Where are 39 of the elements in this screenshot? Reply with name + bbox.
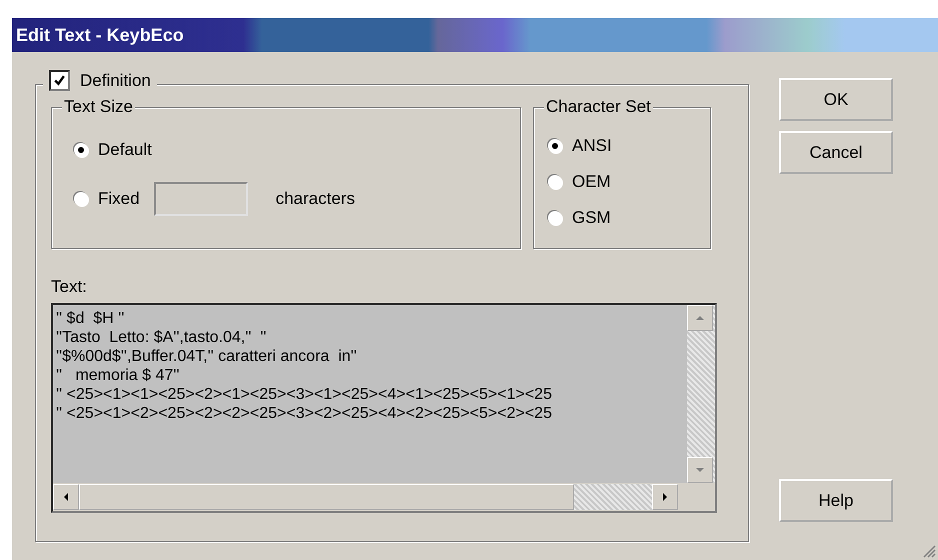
dialog-button[interactable]: OK <box>779 78 893 121</box>
definition-label: Definition <box>80 70 151 90</box>
down-arrow-icon <box>696 468 704 472</box>
window-title: Edit Text - KeybEco <box>16 24 184 46</box>
right-arrow-icon <box>663 493 667 501</box>
text-line: ''Tasto Letto: $A'',tasto.04,'' '' <box>56 328 268 347</box>
option-label: Fixed <box>98 189 140 209</box>
resize-grip-icon[interactable] <box>922 544 936 558</box>
radio-button[interactable] <box>74 143 88 157</box>
radio-button[interactable] <box>74 192 88 206</box>
dialog-button[interactable]: Cancel <box>779 131 893 174</box>
check-mark-icon <box>53 74 66 87</box>
horizontal-scrollbar[interactable] <box>53 483 715 511</box>
left-arrow-icon <box>64 493 68 501</box>
dialog-button[interactable]: Help <box>779 479 893 522</box>
radio-button[interactable] <box>548 139 562 153</box>
scroll-down-button[interactable] <box>687 457 713 483</box>
scroll-left-button[interactable] <box>53 484 79 510</box>
radio-button[interactable] <box>548 211 562 225</box>
unit-label: characters <box>276 189 355 209</box>
scroll-up-button[interactable] <box>687 305 713 331</box>
option-label: ANSI <box>572 136 612 156</box>
text-line: '' <25><1><2><25><2><2><25><3><2><25><4><2><25><5><2><25 <box>56 404 553 423</box>
scroll-thumb[interactable] <box>79 484 574 510</box>
scroll-right-button[interactable] <box>652 484 678 510</box>
up-arrow-icon <box>696 316 704 320</box>
text-line: '' memoria $ 47'' <box>56 366 180 385</box>
fixed-size-field[interactable] <box>154 182 248 216</box>
option-label: OEM <box>572 172 611 192</box>
text-line: '' <25><1><1><25><2><1><25><3><1><25><4><1><25><5><1><25 <box>56 385 553 404</box>
text-label: Text: <box>51 277 87 297</box>
text-line: ''$%00d$'',Buffer.04T,'' caratteri ancora in'' <box>56 347 358 366</box>
vertical-scrollbar[interactable] <box>687 305 715 483</box>
option-label: Default <box>98 140 152 160</box>
radio-button[interactable] <box>548 175 562 189</box>
text-editor[interactable] <box>51 303 717 513</box>
option-label: GSM <box>572 208 611 228</box>
text-line: '' $d $H '' <box>56 309 126 328</box>
definition-checkbox[interactable] <box>49 70 70 91</box>
